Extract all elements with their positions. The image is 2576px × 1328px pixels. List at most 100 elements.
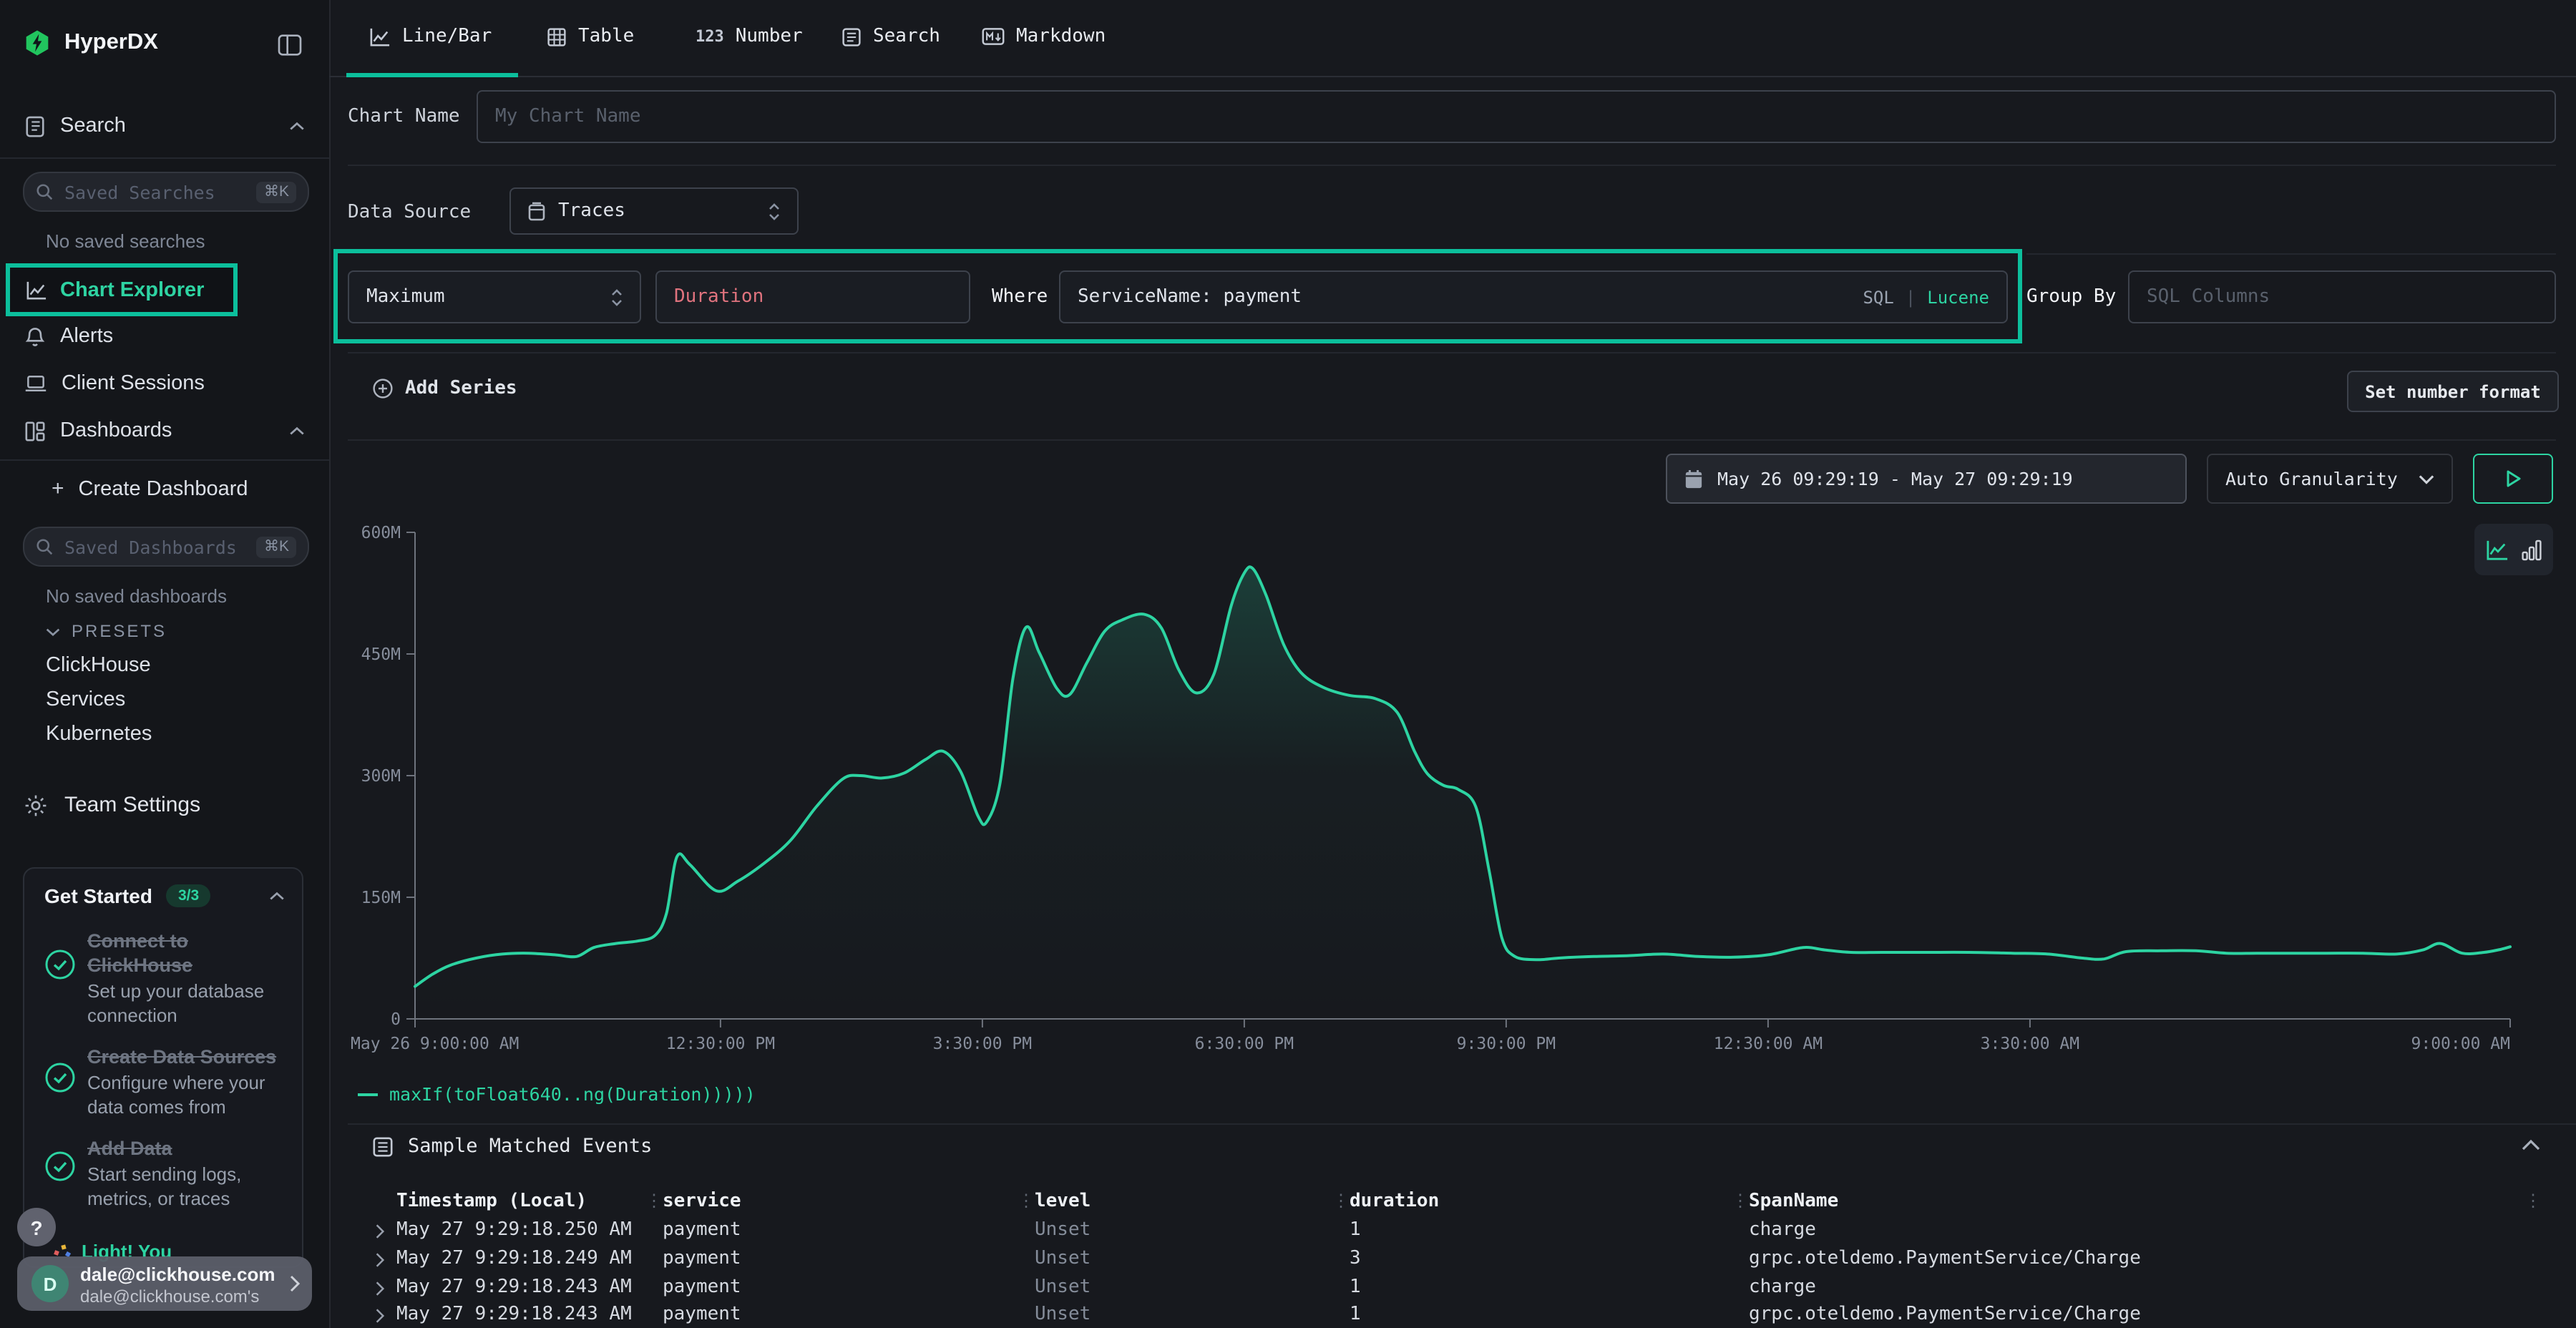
date-range-picker[interactable]: May 26 09:29:19 - May 27 09:29:19 [1666, 454, 2187, 504]
svg-text:3:30:00 AM: 3:30:00 AM [1981, 1035, 2079, 1053]
updown-caret-icon [769, 202, 780, 220]
laptop-icon [24, 374, 47, 394]
view-tab-bar: Line/Bar Table 123 Number Search [329, 0, 2576, 77]
tab-number[interactable]: 123 Number [696, 26, 803, 47]
column-header[interactable]: duration [1350, 1191, 1439, 1212]
progress-badge: 3/3 [167, 884, 210, 907]
row-expand-chevron-icon[interactable] [375, 1252, 385, 1268]
where-input[interactable]: ServiceName: payment SQL | Lucene [1059, 270, 2008, 323]
granularity-select[interactable]: Auto Granularity [2207, 454, 2453, 504]
table-row[interactable]: May 27 9:29:18.243 AM payment Unset 1 ch… [329, 1276, 2576, 1304]
field-value: Duration [674, 286, 763, 308]
check-circle-icon [44, 1151, 76, 1182]
create-dashboard-button[interactable]: + Create Dashboard [52, 477, 248, 501]
tab-markdown[interactable]: Markdown [982, 26, 1106, 47]
sidebar-item-label: Search [60, 114, 126, 137]
data-source-value: Traces [558, 200, 625, 222]
get-started-item[interactable]: Create Data Sources Configure where your… [42, 1045, 288, 1119]
column-menu-icon[interactable]: ⋮ [1018, 1192, 1035, 1209]
tab-search[interactable]: Search [841, 26, 940, 47]
data-source-label: Data Source [348, 202, 471, 223]
chevron-down-icon [46, 626, 60, 636]
legend-series-label: maxIf(toFloat640..ng(Duration))))) [389, 1083, 756, 1105]
row-expand-chevron-icon[interactable] [375, 1308, 385, 1324]
run-query-button[interactable] [2473, 454, 2553, 504]
sidebar-item-chart-explorer[interactable]: Chart Explorer [6, 263, 238, 316]
column-header[interactable]: level [1035, 1191, 1091, 1212]
timeseries-chart[interactable]: 0150M300M450M600MMay 26 9:00:00 AM12:30:… [329, 504, 2576, 1082]
sidebar-collapse-icon[interactable] [278, 34, 302, 56]
cell-spanname: grpc.oteldemo.PaymentService/Charge [1749, 1304, 2141, 1325]
chart-name-input[interactable] [477, 90, 2556, 143]
tab-label: Markdown [1016, 26, 1106, 47]
column-menu-icon[interactable]: ⋮ [1332, 1192, 1350, 1209]
sidebar-item-search[interactable]: Search [24, 114, 305, 137]
aggregation-select[interactable]: Maximum [348, 270, 641, 323]
avatar: D [31, 1265, 69, 1302]
where-value: ServiceName: payment [1078, 286, 1302, 308]
sidebar-item-team-settings[interactable]: Team Settings [24, 793, 200, 817]
field-input[interactable]: Duration [655, 270, 970, 323]
group-by-label: Group By [2026, 286, 2116, 308]
data-source-select[interactable]: Traces [509, 187, 799, 235]
get-started-card: Get Started 3/3 Connect to ClickHouse Se… [23, 867, 303, 1268]
saved-dashboards-input[interactable]: Saved Dashboards ⌘K [23, 527, 309, 567]
presets-label: PRESETS [72, 621, 167, 641]
svg-text:May 26 9:00:00 AM: May 26 9:00:00 AM [351, 1035, 519, 1053]
line-chart-icon [369, 26, 391, 47]
column-menu-icon[interactable]: ⋮ [645, 1192, 663, 1209]
table-row[interactable]: May 27 9:29:18.243 AM payment Unset 1 gr… [329, 1304, 2576, 1328]
sidebar-item-client-sessions[interactable]: Client Sessions [24, 372, 305, 395]
column-header[interactable]: service [663, 1191, 741, 1212]
sidebar-item-label: Dashboards [60, 419, 172, 442]
row-expand-chevron-icon[interactable] [375, 1224, 385, 1239]
preset-clickhouse[interactable]: ClickHouse [46, 654, 151, 677]
tab-line-bar[interactable]: Line/Bar [369, 26, 492, 47]
preset-kubernetes[interactable]: Kubernetes [46, 723, 152, 746]
number-123-icon: 123 [696, 27, 724, 46]
saved-searches-input[interactable]: Saved Searches ⌘K [23, 172, 309, 212]
tab-label: Line/Bar [402, 26, 492, 47]
get-started-item[interactable]: Connect to ClickHouse Set up your databa… [42, 929, 288, 1027]
active-tab-underline [346, 73, 518, 77]
sql-mode-toggle[interactable]: SQL [1863, 287, 1893, 307]
preset-services[interactable]: Services [46, 688, 125, 711]
divider [348, 439, 2556, 441]
sidebar-item-label: Chart Explorer [60, 278, 204, 301]
presets-toggle[interactable]: PRESETS [46, 621, 167, 641]
column-menu-icon[interactable]: ⋮ [1732, 1192, 1749, 1209]
group-by-input[interactable] [2128, 270, 2556, 323]
column-header[interactable]: SpanName [1749, 1191, 1838, 1212]
get-started-header[interactable]: Get Started 3/3 [44, 884, 285, 907]
get-started-item[interactable]: Add Data Start sending logs, metrics, or… [42, 1136, 288, 1211]
row-expand-chevron-icon[interactable] [375, 1281, 385, 1297]
check-circle-icon [44, 949, 76, 980]
dashboard-grid-icon [24, 420, 46, 441]
lucene-mode-toggle[interactable]: Lucene [1927, 287, 1989, 307]
saved-searches-placeholder: Saved Searches [64, 181, 257, 202]
set-number-format-button[interactable]: Set number format [2347, 371, 2559, 412]
sidebar-item-dashboards[interactable]: Dashboards [24, 419, 305, 442]
gear-icon [24, 794, 47, 816]
divider [0, 157, 329, 159]
table-row[interactable]: May 27 9:29:18.249 AM payment Unset 3 gr… [329, 1248, 2576, 1275]
cell-duration: 1 [1350, 1276, 1361, 1298]
legend-swatch [358, 1093, 378, 1095]
user-menu[interactable]: D dale@clickhouse.com dale@clickhouse.co… [17, 1256, 312, 1311]
table-icon [547, 26, 567, 47]
cell-level: Unset [1035, 1248, 1091, 1269]
svg-text:150M: 150M [361, 889, 401, 907]
brand: HyperDX [23, 29, 158, 57]
database-icon [528, 201, 545, 221]
add-series-button[interactable]: Add Series [372, 378, 517, 399]
help-button[interactable]: ? [17, 1208, 56, 1246]
chevron-up-icon[interactable] [269, 891, 285, 901]
sidebar-item-alerts[interactable]: Alerts [24, 325, 305, 348]
table-row[interactable]: May 27 9:29:18.250 AM payment Unset 1 ch… [329, 1219, 2576, 1246]
collapse-panel-chevron-icon[interactable] [2522, 1139, 2540, 1151]
circle-plus-icon [372, 378, 394, 399]
table-menu-icon[interactable]: ⋮ [2524, 1192, 2542, 1209]
tab-table[interactable]: Table [547, 26, 634, 47]
svg-text:300M: 300M [361, 767, 401, 786]
column-header[interactable]: Timestamp (Local) [396, 1191, 587, 1212]
